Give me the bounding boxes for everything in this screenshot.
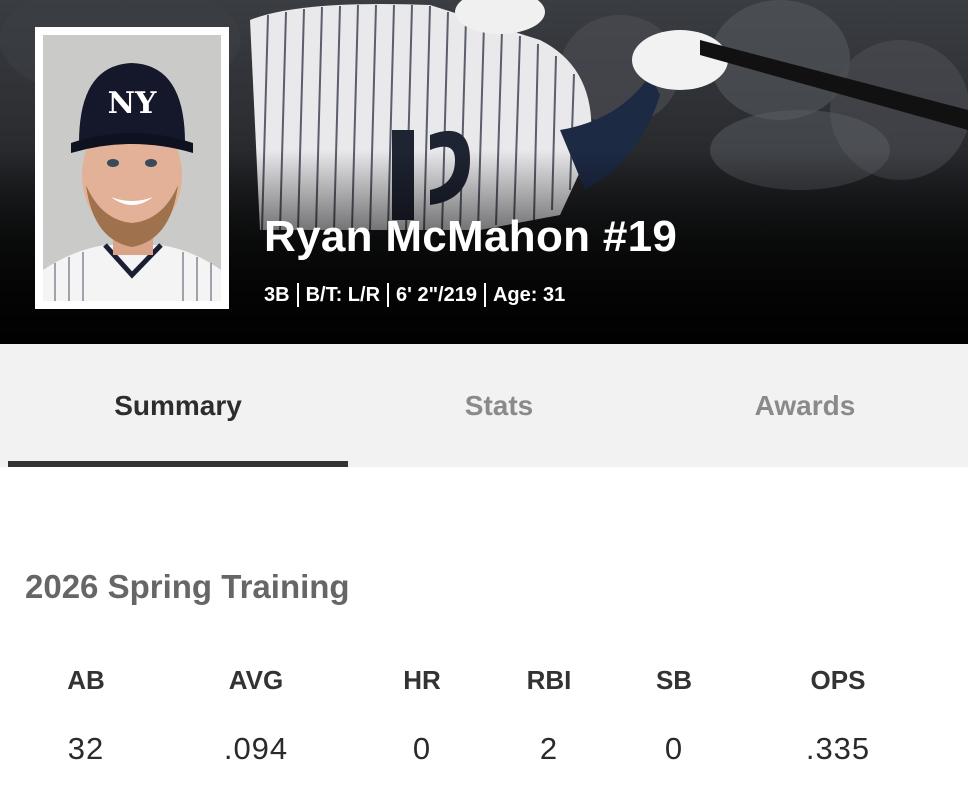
- stat-value-rbi: 2: [539, 731, 559, 766]
- player-age: Age: 31: [492, 284, 566, 306]
- meta-divider: [296, 283, 299, 307]
- player-profile-page: NY Ryan McMahon #19 3B B/T: L/R 6' 2"/21…: [0, 0, 968, 806]
- player-headshot: NY: [43, 35, 221, 301]
- stat-header-ops: OPS: [810, 665, 866, 695]
- tab-summary[interactable]: Summary: [8, 344, 348, 467]
- meta-divider: [483, 283, 486, 307]
- profile-tab-bar: Summary Stats Awards: [0, 344, 968, 467]
- section-title-spring-training: 2026 Spring Training: [25, 568, 350, 605]
- stat-header-avg: AVG: [228, 665, 284, 695]
- meta-divider: [387, 283, 390, 307]
- stat-value-ab: 32: [67, 731, 105, 766]
- player-name: Ryan McMahon #19: [264, 212, 678, 261]
- stat-header-sb: SB: [655, 665, 693, 695]
- stat-header-hr: HR: [403, 665, 441, 695]
- player-headshot-image: NY: [43, 35, 221, 301]
- stat-value-sb: 0: [664, 731, 684, 766]
- stat-header-ab: AB: [67, 665, 105, 695]
- tab-stats[interactable]: Stats: [348, 344, 650, 467]
- player-position: 3B: [264, 284, 290, 306]
- player-hero-header: NY Ryan McMahon #19 3B B/T: L/R 6' 2"/21…: [0, 0, 968, 344]
- stat-value-ops: .335: [805, 731, 871, 766]
- stat-value-avg: .094: [223, 731, 289, 766]
- cap-ny-logo: NY: [108, 86, 157, 121]
- active-tab-indicator: [8, 461, 348, 467]
- player-meta-line: 3B B/T: L/R 6' 2"/219 Age: 31: [264, 281, 565, 309]
- tab-awards[interactable]: Awards: [650, 344, 960, 467]
- stat-header-rbi: RBI: [526, 665, 572, 695]
- player-headshot-frame: NY: [35, 27, 229, 309]
- player-height-weight: 6' 2"/219: [396, 284, 477, 306]
- stat-value-hr: 0: [412, 731, 432, 766]
- player-bats-throws: B/T: L/R: [305, 284, 381, 306]
